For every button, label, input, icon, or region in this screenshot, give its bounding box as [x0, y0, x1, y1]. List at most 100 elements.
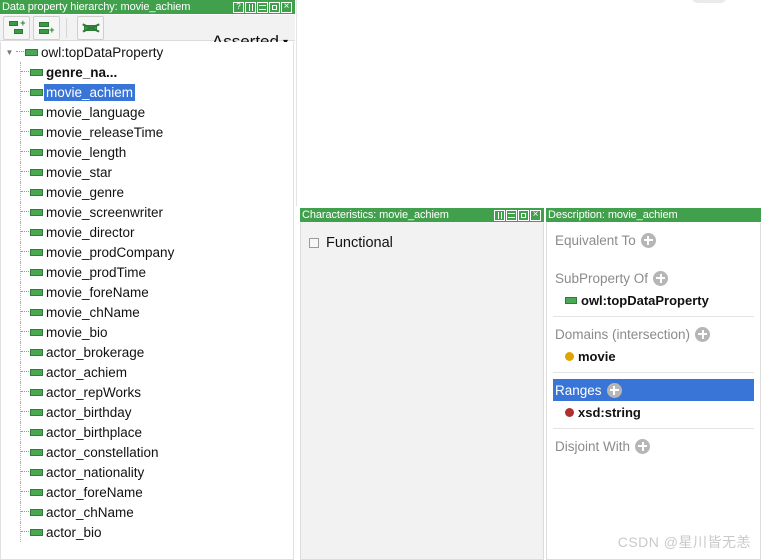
add-icon[interactable] [653, 270, 669, 286]
tree-item-movie-length[interactable]: movie_length [0, 142, 295, 162]
data-property-icon [30, 328, 43, 336]
tree-item-actor-forename[interactable]: actor_foreName [0, 482, 295, 502]
tree-item-movie-chname[interactable]: movie_chName [0, 302, 295, 322]
tree-item-actor-birthday[interactable]: actor_birthday [0, 402, 295, 422]
section-header-disjoint-with[interactable]: Disjoint With [553, 435, 754, 457]
tree-item-actor-bio[interactable]: actor_bio [0, 522, 295, 542]
tree-item-movie-releasetime[interactable]: movie_releaseTime [0, 122, 295, 142]
tree-guide-line [20, 302, 22, 322]
tree-guide-line [20, 122, 22, 142]
data-property-icon [30, 508, 43, 516]
functional-checkbox[interactable] [309, 238, 319, 248]
tree-item-label: movie_achiem [44, 83, 136, 101]
section-item[interactable]: movie [565, 347, 754, 366]
empty-workspace-area [296, 0, 761, 206]
data-property-icon [30, 448, 43, 456]
tree-connector [21, 531, 29, 533]
add-icon[interactable] [606, 382, 622, 398]
tree-guide-line [20, 242, 22, 262]
maximize-icon[interactable] [269, 1, 280, 13]
data-property-icon [30, 428, 43, 436]
data-property-icon [30, 528, 43, 536]
data-property-tree[interactable]: ▼ owl:topDataProperty genre_na... movie_ach… [0, 42, 295, 560]
tree-item-actor-constellation[interactable]: actor_constellation [0, 442, 295, 462]
tree-guide-line [20, 442, 22, 462]
section-item[interactable]: owl:topDataProperty [565, 291, 754, 310]
maximize-icon[interactable] [518, 209, 529, 221]
data-property-icon [30, 288, 43, 296]
hierarchy-panel-header: Data property hierarchy: movie_achiem [0, 0, 295, 14]
split-icon[interactable] [245, 1, 256, 13]
tree-connector [21, 191, 29, 193]
tree-connector [21, 271, 29, 273]
tree-item-genre-na-[interactable]: genre_na... [0, 62, 295, 82]
tree-guide-line [20, 222, 22, 242]
section-item[interactable]: xsd:string [565, 403, 754, 422]
section-header-domains-intersection-[interactable]: Domains (intersection) [553, 323, 754, 345]
class-icon [565, 352, 574, 361]
split-icon[interactable] [494, 209, 505, 221]
tree-item-label: movie_bio [46, 324, 108, 340]
delete-property-button[interactable] [77, 15, 104, 40]
data-property-icon [30, 368, 43, 376]
tree-item-movie-screenwriter[interactable]: movie_screenwriter [0, 202, 295, 222]
tree-item-actor-nationality[interactable]: actor_nationality [0, 462, 295, 482]
minimize-icon[interactable] [257, 1, 268, 13]
help-icon[interactable] [233, 1, 244, 13]
tree-expand-toggle-icon[interactable]: ▼ [4, 47, 15, 58]
tree-connector [21, 171, 29, 173]
tree-connector [21, 431, 29, 433]
tree-item-label: actor_birthday [46, 404, 132, 420]
tree-item-owl-topdataproperty[interactable]: ▼ owl:topDataProperty [0, 42, 295, 62]
section-header-ranges[interactable]: Ranges [553, 379, 754, 401]
add-icon[interactable] [635, 438, 651, 454]
tree-item-actor-brokerage[interactable]: actor_brokerage [0, 342, 295, 362]
section-title: SubProperty Of [555, 270, 649, 286]
hierarchy-toolbar: + + Asserted ▾ [0, 15, 295, 51]
tree-item-movie-bio[interactable]: movie_bio [0, 322, 295, 342]
close-icon[interactable] [281, 1, 292, 13]
description-body: Equivalent To SubProperty Of owl:topDataPr… [546, 223, 761, 560]
close-icon[interactable] [530, 209, 541, 221]
tree-item-label: movie_foreName [46, 284, 149, 300]
tree-item-actor-birthplace[interactable]: actor_birthplace [0, 422, 295, 442]
functional-checkbox-row[interactable]: Functional [309, 235, 535, 251]
tree-item-movie-language[interactable]: movie_language [0, 102, 295, 122]
add-sibling-property-button[interactable]: + [33, 15, 60, 40]
description-section: SubProperty Of owl:topDataProperty [553, 267, 754, 317]
tree-item-movie-star[interactable]: movie_star [0, 162, 295, 182]
tree-item-label: movie_star [46, 164, 113, 180]
hierarchy-window-buttons [233, 1, 293, 13]
section-header-subproperty-of[interactable]: SubProperty Of [553, 267, 754, 289]
minimize-icon[interactable] [506, 209, 517, 221]
add-subproperty-button[interactable]: + [3, 15, 30, 40]
tree-guide-line [20, 422, 22, 442]
tree-item-actor-chname[interactable]: actor_chName [0, 502, 295, 522]
data-property-icon [30, 208, 43, 216]
data-property-icon [30, 388, 43, 396]
tree-connector [21, 111, 29, 113]
add-icon[interactable] [640, 232, 656, 248]
tree-guide-line [20, 402, 22, 422]
characteristics-panel-title: Characteristics: movie_achiem [302, 209, 449, 221]
partial-tab-handle[interactable] [691, 0, 727, 3]
section-items: owl:topDataProperty [553, 289, 754, 314]
section-header-equivalent-to[interactable]: Equivalent To [553, 229, 754, 251]
section-divider [553, 372, 754, 373]
tree-item-movie-prodtime[interactable]: movie_prodTime [0, 262, 295, 282]
tree-item-movie-director[interactable]: movie_director [0, 222, 295, 242]
data-property-icon [30, 188, 43, 196]
tree-item-movie-forename[interactable]: movie_foreName [0, 282, 295, 302]
tree-item-movie-genre[interactable]: movie_genre [0, 182, 295, 202]
tree-item-actor-repworks[interactable]: actor_repWorks [0, 382, 295, 402]
tree-item-actor-achiem[interactable]: actor_achiem [0, 362, 295, 382]
tree-guide-line [20, 262, 22, 282]
tree-item-movie-achiem[interactable]: movie_achiem [0, 82, 295, 102]
tree-connector [16, 51, 24, 53]
data-property-icon [30, 148, 43, 156]
tree-connector [21, 131, 29, 133]
tree-guide-line [20, 182, 22, 202]
tree-item-movie-prodcompany[interactable]: movie_prodCompany [0, 242, 295, 262]
data-property-icon [30, 248, 43, 256]
add-icon[interactable] [695, 326, 711, 342]
